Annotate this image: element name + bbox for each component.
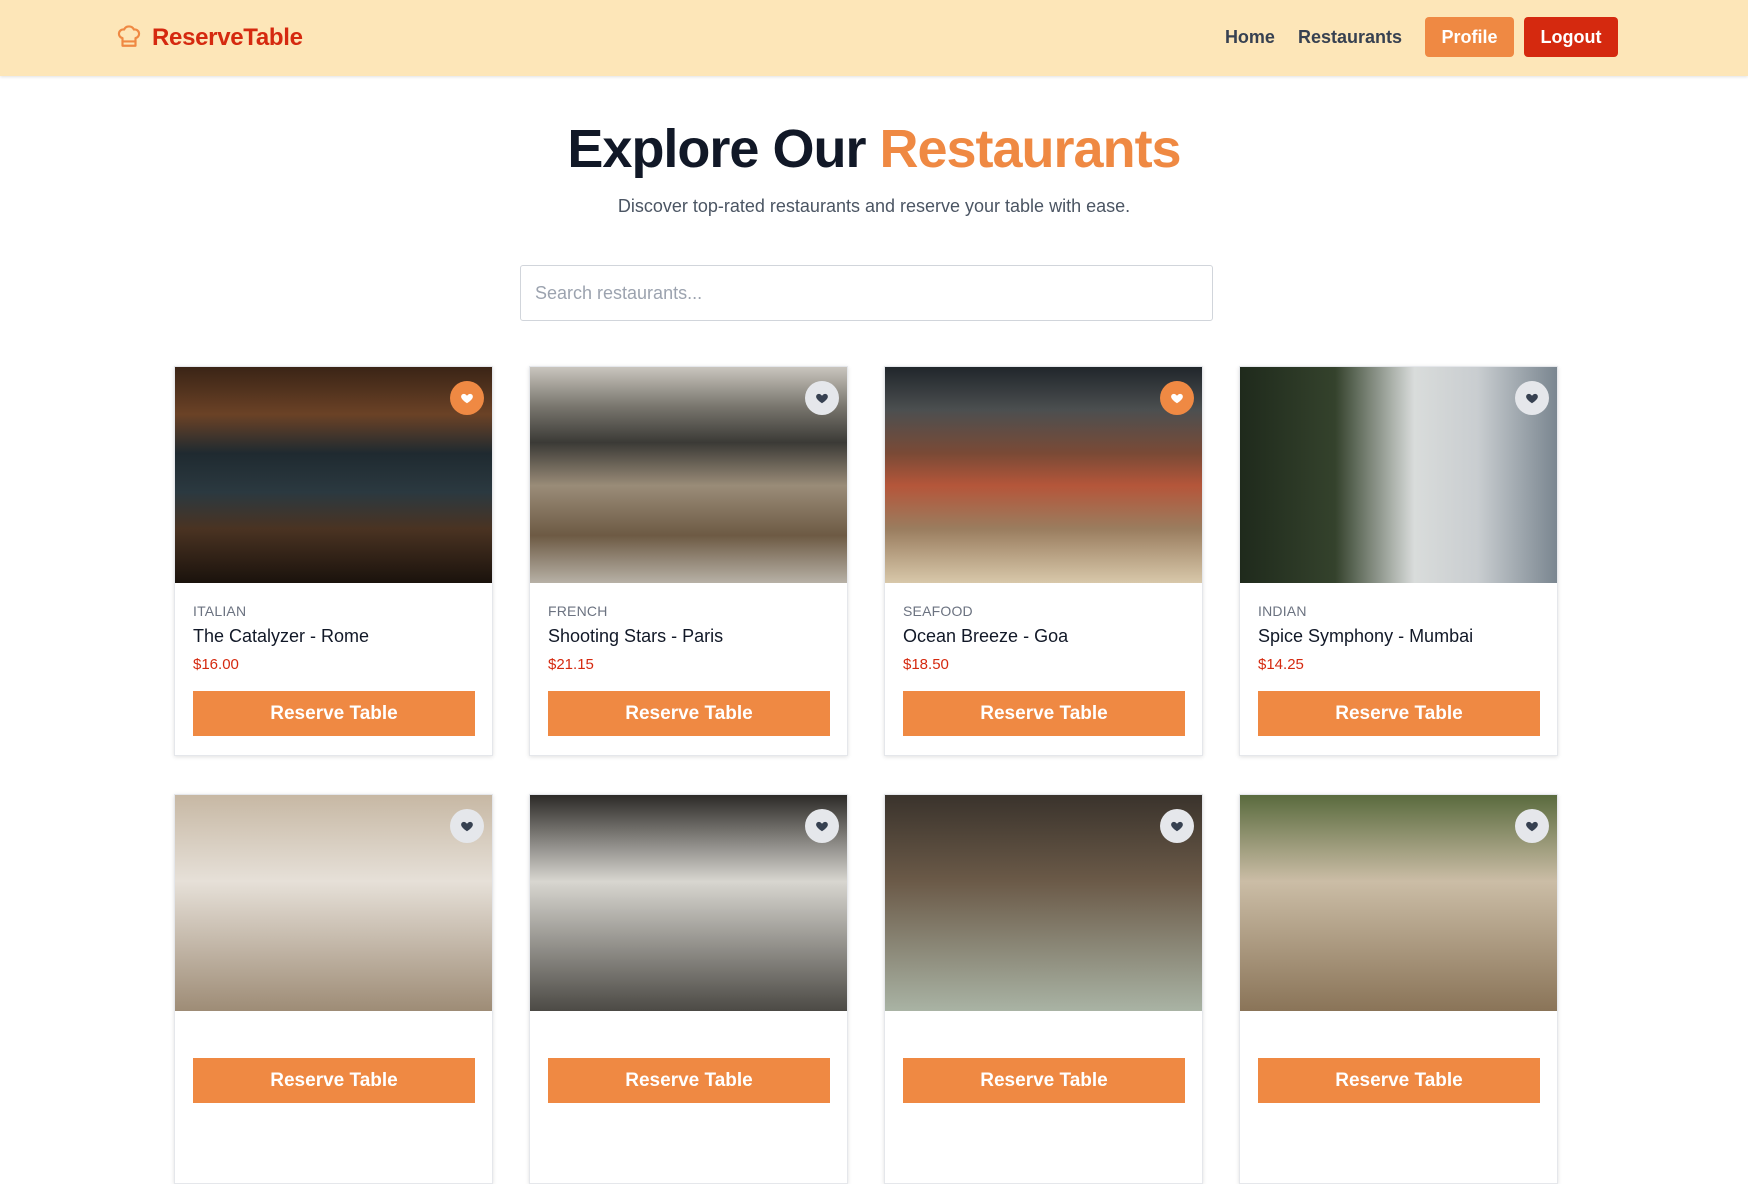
restaurant-photo[interactable] <box>175 367 492 583</box>
price-label: $21.15 <box>548 656 594 673</box>
restaurant-card: Reserve Table <box>884 794 1203 1184</box>
brand-name: ReserveTable <box>152 24 303 51</box>
nav-link-home[interactable]: Home <box>1225 27 1275 48</box>
restaurant-card: INDIAN Spice Symphony - Mumbai $14.25 Reser… <box>1239 366 1558 756</box>
price-label: $18.50 <box>903 656 949 673</box>
favorite-heart-icon[interactable] <box>1160 809 1194 843</box>
chef-hat-icon <box>116 23 152 54</box>
cuisine-label: ITALIAN <box>193 603 247 619</box>
restaurant-photo[interactable] <box>175 795 492 1011</box>
cuisine-label: SEAFOOD <box>903 603 973 619</box>
page-title-accent: Restaurants <box>879 119 1181 179</box>
reserve-table-button[interactable]: Reserve Table <box>903 1058 1185 1103</box>
restaurant-card: Reserve Table <box>1239 794 1558 1184</box>
nav-links: Home Restaurants Profile Logout <box>1225 17 1618 57</box>
restaurant-photo[interactable] <box>885 795 1202 1011</box>
reserve-table-button[interactable]: Reserve Table <box>548 1058 830 1103</box>
card-body: INDIAN Spice Symphony - Mumbai $14.25 Reser… <box>1240 583 1557 736</box>
card-body: ITALIAN The Catalyzer - Rome $16.00 Reserve… <box>175 583 492 736</box>
favorite-heart-icon[interactable] <box>1160 381 1194 415</box>
restaurant-photo[interactable] <box>1240 795 1557 1011</box>
restaurant-card: ITALIAN The Catalyzer - Rome $16.00 Reserve… <box>174 366 493 756</box>
search-input[interactable] <box>520 265 1213 321</box>
favorite-heart-icon[interactable] <box>450 381 484 415</box>
card-body: Reserve Table <box>530 1011 847 1103</box>
reserve-table-button[interactable]: Reserve Table <box>903 691 1185 736</box>
nav-link-restaurants[interactable]: Restaurants <box>1298 27 1402 48</box>
restaurant-name: Ocean Breeze - Goa <box>903 626 1069 646</box>
card-body: Reserve Table <box>175 1011 492 1103</box>
cuisine-label: INDIAN <box>1258 603 1307 619</box>
navbar: ReserveTable Home Restaurants Profile Lo… <box>0 0 1748 76</box>
restaurant-grid: ITALIAN The Catalyzer - Rome $16.00 Reserve… <box>174 366 1561 1184</box>
card-body: Reserve Table <box>1240 1011 1557 1103</box>
page-subtitle: Discover top-rated restaurants and reser… <box>617 196 1131 216</box>
favorite-heart-icon[interactable] <box>805 809 839 843</box>
price-label: $16.00 <box>193 656 239 673</box>
restaurant-photo[interactable] <box>885 367 1202 583</box>
card-body: Reserve Table <box>885 1011 1202 1103</box>
restaurant-card: SEAFOOD Ocean Breeze - Goa $18.50 Reserve T… <box>884 366 1203 756</box>
favorite-heart-icon[interactable] <box>450 809 484 843</box>
page-title-main: Explore Our <box>567 119 880 179</box>
favorite-heart-icon[interactable] <box>1515 809 1549 843</box>
restaurant-card: Reserve Table <box>529 794 848 1184</box>
card-body: SEAFOOD Ocean Breeze - Goa $18.50 Reserve T… <box>885 583 1202 736</box>
restaurant-name: Spice Symphony - Mumbai <box>1258 626 1474 646</box>
reserve-table-button[interactable]: Reserve Table <box>1258 1058 1540 1103</box>
restaurant-photo[interactable] <box>1240 367 1557 583</box>
restaurant-photo[interactable] <box>530 795 847 1011</box>
restaurant-photo[interactable] <box>530 367 847 583</box>
restaurant-name: Shooting Stars - Paris <box>548 626 724 646</box>
reserve-table-button[interactable]: Reserve Table <box>193 691 475 736</box>
card-body: FRENCH Shooting Stars - Paris $21.15 Reserv… <box>530 583 847 736</box>
reserve-table-button[interactable]: Reserve Table <box>193 1058 475 1103</box>
favorite-heart-icon[interactable] <box>1515 381 1549 415</box>
brand-logo[interactable]: ReserveTable <box>116 22 303 54</box>
profile-button[interactable]: Profile <box>1425 17 1514 57</box>
price-label: $14.25 <box>1258 656 1304 673</box>
reserve-table-button[interactable]: Reserve Table <box>1258 691 1540 736</box>
favorite-heart-icon[interactable] <box>805 381 839 415</box>
page-title: Explore Our Restaurants <box>0 118 1748 180</box>
cuisine-label: FRENCH <box>548 603 608 619</box>
logout-button[interactable]: Logout <box>1524 17 1618 57</box>
restaurant-name: The Catalyzer - Rome <box>193 626 370 646</box>
restaurant-card: FRENCH Shooting Stars - Paris $21.15 Reserv… <box>529 366 848 756</box>
restaurant-card: Reserve Table <box>174 794 493 1184</box>
reserve-table-button[interactable]: Reserve Table <box>548 691 830 736</box>
